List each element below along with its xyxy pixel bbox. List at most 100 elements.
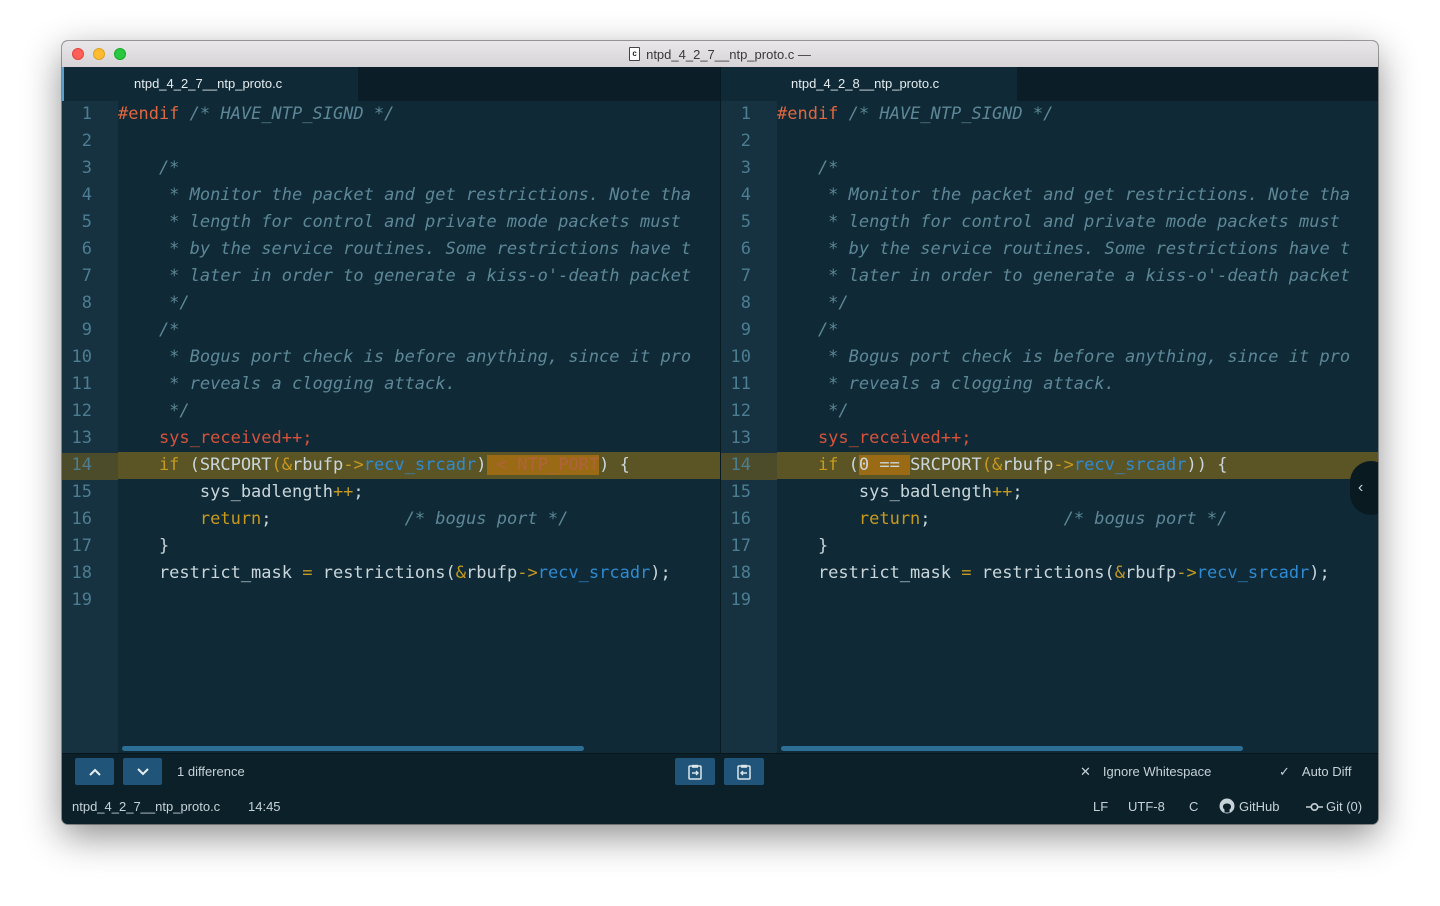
editor-window: c ntpd_4_2_7__ntp_proto.c — ntpd_4_2_7__… — [62, 41, 1378, 824]
code-line-7: * later in order to generate a kiss-o'-d… — [777, 266, 1351, 286]
line-number: 15 — [730, 482, 751, 502]
title-bar: c ntpd_4_2_7__ntp_proto.c — — [62, 41, 1378, 68]
checkmark-icon: ✓ — [1279, 764, 1290, 779]
line-number: 1 — [740, 104, 751, 124]
difference-count: 1 difference — [177, 764, 245, 779]
line-number: 9 — [740, 320, 751, 340]
status-grammar[interactable]: C — [1189, 789, 1198, 824]
line-number: 2 — [81, 131, 92, 151]
c-file-icon: c — [629, 47, 641, 61]
line-number: 3 — [81, 158, 92, 178]
left-editor[interactable]: 1 2 3 4 5 6 7 8 9 10 11 12 13 14 15 16 1… — [62, 101, 720, 753]
ignore-whitespace-toggle[interactable]: ✕ Ignore Whitespace — [1080, 754, 1211, 789]
diff-toolbar: 1 difference ✕ Ignore Whitespace ✓ Auto Di… — [62, 753, 1378, 789]
status-file-name[interactable]: ntpd_4_2_7__ntp_proto.c — [72, 789, 220, 824]
code-line-5: * length for control and private mode pa… — [777, 212, 1340, 232]
auto-diff-label: Auto Diff — [1301, 764, 1352, 779]
code-line-16: return; /* bogus port */ — [118, 509, 569, 529]
code-line-15: sys_badlength++; — [118, 482, 364, 502]
line-number: 15 — [71, 482, 92, 502]
status-line-ending[interactable]: LF — [1093, 789, 1108, 824]
code-line-9: /* — [777, 320, 839, 340]
right-tab-bar: ntpd_4_2_8__ntp_proto.c — [721, 67, 1378, 101]
line-number: 12 — [730, 401, 751, 421]
code-line-4: * Monitor the packet and get restriction… — [118, 185, 692, 205]
auto-diff-toggle[interactable]: ✓ Auto Diff — [1279, 754, 1352, 789]
line-number: 11 — [71, 374, 92, 394]
code-line-17: } — [118, 536, 170, 556]
copy-to-right-button[interactable] — [675, 758, 715, 785]
left-pane: ntpd_4_2_7__ntp_proto.c 1 2 3 4 5 6 7 8 … — [62, 67, 720, 753]
code-line-11: * reveals a clogging attack. — [777, 374, 1115, 394]
next-diff-button[interactable] — [123, 758, 162, 785]
code-line-14: if (0 == SRCPORT(&rbufp->recv_srcadr)) { — [777, 455, 1228, 475]
line-number: 7 — [740, 266, 751, 286]
line-number: 6 — [81, 239, 92, 259]
line-number: 2 — [740, 131, 751, 151]
left-gutter: 1 2 3 4 5 6 7 8 9 10 11 12 13 14 15 16 1… — [62, 101, 118, 753]
code-line-8: */ — [777, 293, 849, 313]
code-line-1: #endif /* HAVE_NTP_SIGND */ — [777, 104, 1054, 124]
line-number: 5 — [81, 212, 92, 232]
code-line-17: } — [777, 536, 829, 556]
chevron-left-icon: ‹ — [1358, 479, 1364, 496]
line-number: 10 — [71, 347, 92, 367]
window-title: c ntpd_4_2_7__ntp_proto.c — — [62, 41, 1378, 67]
line-number: 19 — [730, 590, 751, 610]
code-line-1: #endif /* HAVE_NTP_SIGND */ — [118, 104, 395, 124]
right-pane: ntpd_4_2_8__ntp_proto.c 1 2 3 4 5 6 7 8 … — [721, 67, 1378, 753]
code-line-11: * reveals a clogging attack. — [118, 374, 456, 394]
status-bar: ntpd_4_2_7__ntp_proto.c 14:45 LF UTF-8 C… — [62, 789, 1378, 824]
code-line-5: * length for control and private mode pa… — [118, 212, 681, 232]
line-number: 1 — [81, 104, 92, 124]
line-number: 11 — [730, 374, 751, 394]
previous-diff-button[interactable] — [75, 758, 114, 785]
github-icon — [1219, 798, 1235, 814]
left-code-area[interactable]: #endif /* HAVE_NTP_SIGND */ /* * Monitor… — [118, 101, 720, 753]
code-line-14: if (SRCPORT(&rbufp->recv_srcadr) < NTP_P… — [118, 455, 630, 475]
tab-ntpd-4-2-8[interactable]: ntpd_4_2_8__ntp_proto.c — [721, 67, 1017, 101]
right-gutter: 1 2 3 4 5 6 7 8 9 10 11 12 13 14 15 16 1… — [721, 101, 777, 753]
left-horizontal-scrollbar[interactable] — [122, 746, 584, 751]
line-number: 14 — [730, 455, 751, 475]
right-code-area[interactable]: #endif /* HAVE_NTP_SIGND */ /* * Monitor… — [777, 101, 1378, 753]
status-git[interactable]: Git (0) — [1306, 789, 1362, 824]
code-line-12: */ — [118, 401, 190, 421]
tab-ntpd-4-2-7[interactable]: ntpd_4_2_7__ntp_proto.c — [62, 67, 358, 101]
code-line-10: * Bogus port check is before anything, s… — [777, 347, 1351, 367]
chevron-up-icon — [88, 768, 101, 776]
code-line-16: return; /* bogus port */ — [777, 509, 1228, 529]
code-line-7: * later in order to generate a kiss-o'-d… — [118, 266, 692, 286]
window-title-text: ntpd_4_2_7__ntp_proto.c — — [646, 46, 811, 62]
code-line-3: /* — [118, 158, 180, 178]
line-number: 16 — [71, 509, 92, 529]
line-number: 9 — [81, 320, 92, 340]
right-editor[interactable]: 1 2 3 4 5 6 7 8 9 10 11 12 13 14 15 16 1… — [721, 101, 1378, 753]
line-number: 4 — [740, 185, 751, 205]
code-line-10: * Bogus port check is before anything, s… — [118, 347, 692, 367]
code-line-13: sys_received++; — [118, 428, 313, 448]
deleted-text: < NTP_PORT — [486, 455, 600, 475]
left-tab-bar: ntpd_4_2_7__ntp_proto.c — [62, 67, 720, 101]
status-cursor-position[interactable]: 14:45 — [248, 789, 281, 824]
collapse-panel-button[interactable]: ‹ — [1350, 461, 1378, 515]
added-text: 0 == — [858, 455, 911, 475]
line-number: 7 — [81, 266, 92, 286]
copy-to-left-button[interactable] — [724, 758, 764, 785]
code-line-15: sys_badlength++; — [777, 482, 1023, 502]
line-number: 18 — [71, 563, 92, 583]
status-encoding[interactable]: UTF-8 — [1128, 789, 1165, 824]
line-number: 4 — [81, 185, 92, 205]
clipboard-copy-icon — [737, 764, 751, 780]
line-number: 16 — [730, 509, 751, 529]
line-number: 18 — [730, 563, 751, 583]
code-line-13: sys_received++; — [777, 428, 972, 448]
line-number: 17 — [71, 536, 92, 556]
line-number: 6 — [740, 239, 751, 259]
line-number: 13 — [71, 428, 92, 448]
line-number: 13 — [730, 428, 751, 448]
code-line-6: * by the service routines. Some restrict… — [118, 239, 692, 259]
right-horizontal-scrollbar[interactable] — [781, 746, 1243, 751]
line-number: 8 — [740, 293, 751, 313]
status-github[interactable]: GitHub — [1219, 789, 1279, 824]
